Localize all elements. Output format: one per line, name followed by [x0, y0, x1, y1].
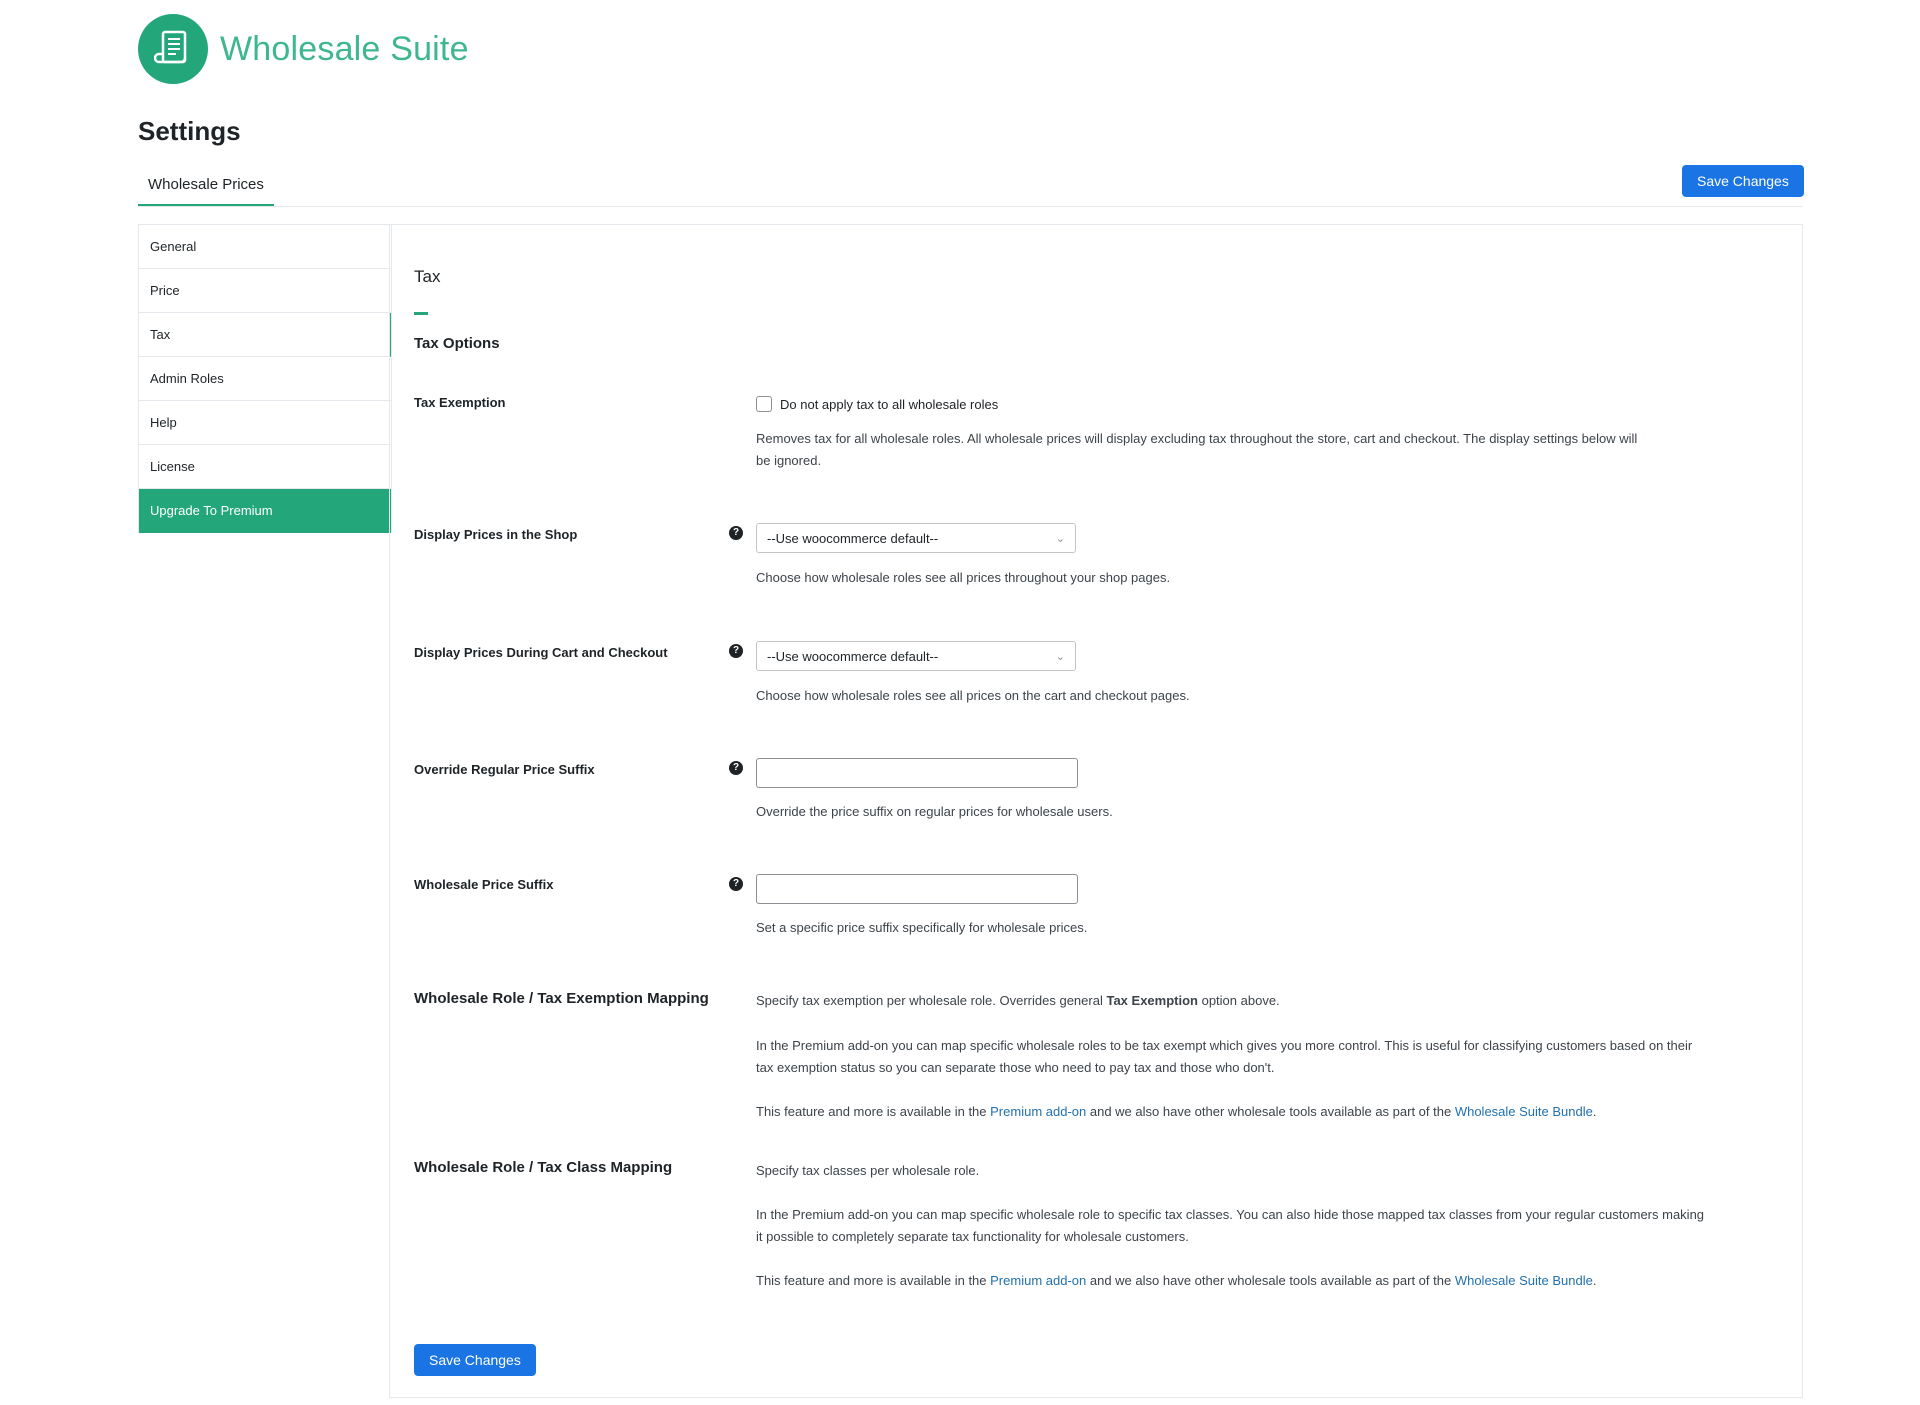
override-suffix-label: Override Regular Price Suffix: [414, 762, 595, 777]
feature-text: This feature and more is available in th…: [756, 1273, 991, 1288]
sidebar-item-help[interactable]: Help: [139, 401, 391, 445]
brand-name: Wholesale Suite: [220, 29, 469, 68]
display-prices-cart-value: --Use woocommerce default--: [767, 648, 939, 664]
wholesale-suite-bundle-link[interactable]: Wholesale Suite Bundle: [1455, 1104, 1593, 1119]
wholesale-suffix-label: Wholesale Price Suffix: [414, 877, 554, 892]
tax-exemption-label: Tax Exemption: [414, 395, 506, 410]
tax-exemption-mapping-feature-note: This feature and more is available in th…: [756, 1101, 1596, 1123]
display-prices-cart-label: Display Prices During Cart and Checkout: [414, 645, 668, 660]
section-title: Tax: [414, 267, 441, 286]
premium-addon-link[interactable]: Premium add-on: [990, 1104, 1086, 1119]
intro-bold-text: Tax Exemption: [1106, 993, 1198, 1008]
tax-exemption-desc-line: be ignored.: [756, 453, 822, 468]
tax-class-mapping-intro: Specify tax classes per wholesale role.: [756, 1163, 980, 1178]
tax-class-mapping-label: Wholesale Role / Tax Class Mapping: [414, 1159, 673, 1176]
sidebar-item-general[interactable]: General: [139, 225, 391, 269]
feature-text: .: [1592, 1104, 1597, 1119]
intro-text: Specify tax exemption per wholesale role…: [756, 993, 1107, 1008]
intro-text: option above.: [1197, 993, 1280, 1008]
feature-text: .: [1592, 1273, 1597, 1288]
feature-text: This feature and more is available in th…: [756, 1104, 991, 1119]
save-changes-button-bottom[interactable]: Save Changes: [414, 1344, 536, 1376]
settings-sidebar: General Price Tax Admin Roles Help Licen…: [138, 224, 392, 533]
display-prices-shop-select[interactable]: --Use woocommerce default-- ⌄: [756, 523, 1076, 553]
section-title-underline: [414, 312, 428, 315]
feature-text: and we also have other wholesale tools a…: [1086, 1104, 1455, 1119]
feature-text: and we also have other wholesale tools a…: [1086, 1273, 1455, 1288]
brand-header: Wholesale Suite: [138, 14, 469, 84]
sidebar-item-price[interactable]: Price: [139, 269, 391, 313]
override-suffix-field: [756, 758, 1078, 788]
question-circle-icon[interactable]: ?: [729, 877, 743, 891]
document-scroll-icon: [138, 14, 208, 84]
tax-exemption-mapping-intro: Specify tax exemption per wholesale role…: [756, 990, 1280, 1012]
sidebar-item-tax[interactable]: Tax: [139, 313, 391, 357]
override-suffix-input[interactable]: [756, 758, 1078, 788]
tax-exemption-mapping-label: Wholesale Role / Tax Exemption Mapping: [414, 990, 709, 1007]
wholesale-suffix-description: Set a specific price suffix specifically…: [756, 920, 1088, 935]
override-suffix-description: Override the price suffix on regular pri…: [756, 804, 1113, 819]
sidebar-item-license[interactable]: License: [139, 445, 391, 489]
chevron-down-icon: ⌄: [1055, 532, 1065, 545]
tax-exemption-checkbox-label[interactable]: Do not apply tax to all wholesale roles: [780, 397, 998, 412]
tax-class-mapping-feature-note: This feature and more is available in th…: [756, 1270, 1596, 1292]
settings-tabs: Wholesale Prices: [138, 164, 1802, 207]
wholesale-suffix-field: [756, 874, 1078, 904]
display-prices-shop-value: --Use woocommerce default--: [767, 530, 939, 546]
question-circle-icon[interactable]: ?: [729, 644, 743, 658]
tax-class-mapping-body: In the Premium add-on you can map specif…: [756, 1204, 1704, 1248]
sidebar-item-upgrade-to-premium[interactable]: Upgrade To Premium: [139, 489, 391, 533]
body-line: In the Premium add-on you can map specif…: [756, 1207, 1705, 1222]
tax-exemption-checkbox[interactable]: [756, 396, 772, 413]
page-title: Settings: [138, 116, 241, 146]
save-changes-button-top[interactable]: Save Changes: [1682, 165, 1804, 197]
display-prices-shop-description: Choose how wholesale roles see all price…: [756, 570, 1171, 585]
display-prices-shop-label: Display Prices in the Shop: [414, 527, 578, 542]
tax-settings-panel: Tax Tax Options Tax Exemption Do not app…: [389, 224, 1803, 1398]
display-prices-cart-description: Choose how wholesale roles see all price…: [756, 688, 1190, 703]
tax-exemption-mapping-body: In the Premium add-on you can map specif…: [756, 1035, 1692, 1079]
tax-exemption-description: Removes tax for all wholesale roles. All…: [756, 428, 1637, 472]
wholesale-suite-bundle-link[interactable]: Wholesale Suite Bundle: [1455, 1273, 1593, 1288]
tax-exemption-desc-line: Removes tax for all wholesale roles. All…: [756, 431, 1638, 446]
display-prices-cart-select[interactable]: --Use woocommerce default-- ⌄: [756, 641, 1076, 671]
body-line: it possible to completely separate tax f…: [756, 1229, 1189, 1244]
tax-options-heading: Tax Options: [414, 335, 500, 352]
question-circle-icon[interactable]: ?: [729, 526, 743, 540]
premium-addon-link[interactable]: Premium add-on: [990, 1273, 1086, 1288]
wholesale-suffix-input[interactable]: [756, 874, 1078, 904]
sidebar-item-admin-roles[interactable]: Admin Roles: [139, 357, 391, 401]
question-circle-icon[interactable]: ?: [729, 761, 743, 775]
chevron-down-icon: ⌄: [1055, 650, 1065, 663]
tax-exemption-field: Do not apply tax to all wholesale roles: [756, 395, 998, 413]
body-line: tax exemption status so you can separate…: [756, 1060, 1275, 1075]
body-line: In the Premium add-on you can map specif…: [756, 1038, 1693, 1053]
tab-wholesale-prices[interactable]: Wholesale Prices: [138, 164, 274, 206]
